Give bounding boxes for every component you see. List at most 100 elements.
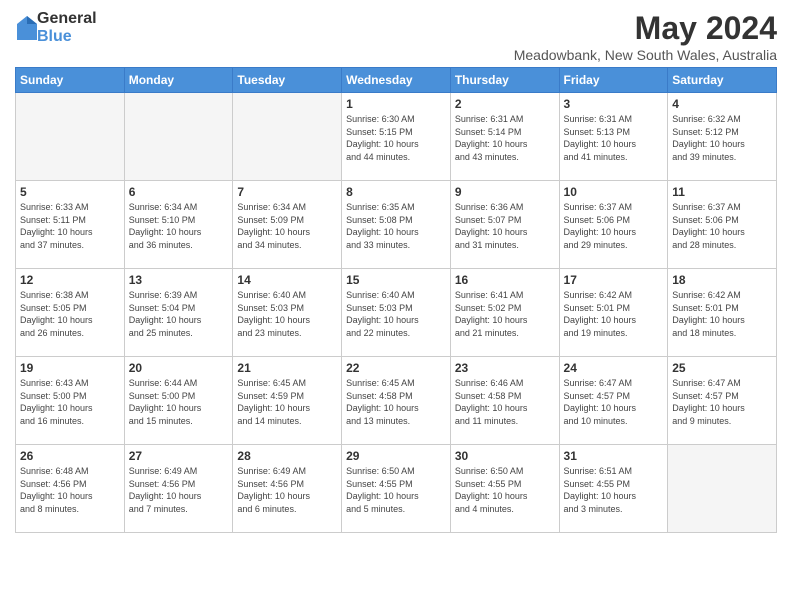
day-number: 25 xyxy=(672,361,772,375)
day-info: Sunrise: 6:31 AMSunset: 5:14 PMDaylight:… xyxy=(455,113,555,163)
calendar-week-1: 5 Sunrise: 6:33 AMSunset: 5:11 PMDaylight… xyxy=(16,181,777,269)
day-info: Sunrise: 6:38 AMSunset: 5:05 PMDaylight:… xyxy=(20,289,120,339)
day-info: Sunrise: 6:50 AMSunset: 4:55 PMDaylight:… xyxy=(346,465,446,515)
day-number: 16 xyxy=(455,273,555,287)
day-number: 14 xyxy=(237,273,337,287)
calendar-cell-w2-d3: 15 Sunrise: 6:40 AMSunset: 5:03 PMDayligh… xyxy=(342,269,451,357)
day-number: 20 xyxy=(129,361,229,375)
calendar-cell-w1-d1: 6 Sunrise: 6:34 AMSunset: 5:10 PMDaylight… xyxy=(124,181,233,269)
day-info: Sunrise: 6:49 AMSunset: 4:56 PMDaylight:… xyxy=(237,465,337,515)
calendar-cell-w2-d0: 12Sunrise: 6:38 AMSunset: 5:05 PMDayligh… xyxy=(16,269,125,357)
calendar-cell-w4-d0: 26 Sunrise: 6:48 AMSunset: 4:56 PMDayligh… xyxy=(16,445,125,533)
calendar-cell-w3-d2: 21Sunrise: 6:45 AMSunset: 4:59 PMDayligh… xyxy=(233,357,342,445)
day-number: 11 xyxy=(672,185,772,199)
day-number: 5 xyxy=(20,185,120,199)
calendar-cell-w2-d6: 18 Sunrise: 6:42 AMSunset: 5:01 PMDayligh… xyxy=(668,269,777,357)
calendar-cell-w0-d4: 2 Sunrise: 6:31 AMSunset: 5:14 PMDaylight… xyxy=(450,93,559,181)
calendar-cell-w1-d5: 10 Sunrise: 6:37 AMSunset: 5:06 PMDayligh… xyxy=(559,181,668,269)
day-number: 24 xyxy=(564,361,664,375)
day-info: Sunrise: 6:32 AMSunset: 5:12 PMDaylight:… xyxy=(672,113,772,163)
day-number: 2 xyxy=(455,97,555,111)
calendar-cell-w3-d1: 20Sunrise: 6:44 AMSunset: 5:00 PMDayligh… xyxy=(124,357,233,445)
day-info: Sunrise: 6:35 AMSunset: 5:08 PMDaylight:… xyxy=(346,201,446,251)
day-info: Sunrise: 6:31 AMSunset: 5:13 PMDaylight:… xyxy=(564,113,664,163)
calendar-header: Sunday Monday Tuesday Wednesday Thursday… xyxy=(16,68,777,93)
logo-blue-label: Blue xyxy=(37,28,97,46)
day-info: Sunrise: 6:45 AMSunset: 4:58 PMDaylight:… xyxy=(346,377,446,427)
col-sunday: Sunday xyxy=(16,68,125,93)
logo: General Blue xyxy=(15,10,97,45)
calendar-cell-w3-d3: 22 Sunrise: 6:45 AMSunset: 4:58 PMDayligh… xyxy=(342,357,451,445)
calendar-cell-w3-d0: 19Sunrise: 6:43 AMSunset: 5:00 PMDayligh… xyxy=(16,357,125,445)
location-label: Meadowbank, New South Wales, Australia xyxy=(514,47,777,63)
calendar-cell-w4-d6 xyxy=(668,445,777,533)
calendar-cell-w0-d0 xyxy=(16,93,125,181)
day-info: Sunrise: 6:34 AMSunset: 5:10 PMDaylight:… xyxy=(129,201,229,251)
col-wednesday: Wednesday xyxy=(342,68,451,93)
day-number: 6 xyxy=(129,185,229,199)
calendar-week-3: 19Sunrise: 6:43 AMSunset: 5:00 PMDayligh… xyxy=(16,357,777,445)
col-friday: Friday xyxy=(559,68,668,93)
day-info: Sunrise: 6:42 AMSunset: 5:01 PMDaylight:… xyxy=(672,289,772,339)
calendar-cell-w1-d6: 11Sunrise: 6:37 AMSunset: 5:06 PMDayligh… xyxy=(668,181,777,269)
day-number: 26 xyxy=(20,449,120,463)
day-number: 10 xyxy=(564,185,664,199)
day-number: 1 xyxy=(346,97,446,111)
calendar-cell-w3-d5: 24 Sunrise: 6:47 AMSunset: 4:57 PMDayligh… xyxy=(559,357,668,445)
day-info: Sunrise: 6:37 AMSunset: 5:06 PMDaylight:… xyxy=(564,201,664,251)
logo-icon xyxy=(17,16,37,40)
day-number: 22 xyxy=(346,361,446,375)
calendar-cell-w3-d6: 25Sunrise: 6:47 AMSunset: 4:57 PMDayligh… xyxy=(668,357,777,445)
day-number: 31 xyxy=(564,449,664,463)
calendar-cell-w1-d2: 7Sunrise: 6:34 AMSunset: 5:09 PMDaylight… xyxy=(233,181,342,269)
col-thursday: Thursday xyxy=(450,68,559,93)
col-tuesday: Tuesday xyxy=(233,68,342,93)
calendar-cell-w4-d2: 28 Sunrise: 6:49 AMSunset: 4:56 PMDayligh… xyxy=(233,445,342,533)
calendar-week-4: 26 Sunrise: 6:48 AMSunset: 4:56 PMDayligh… xyxy=(16,445,777,533)
day-number: 19 xyxy=(20,361,120,375)
day-number: 28 xyxy=(237,449,337,463)
day-info: Sunrise: 6:33 AMSunset: 5:11 PMDaylight:… xyxy=(20,201,120,251)
calendar-cell-w0-d5: 3Sunrise: 6:31 AMSunset: 5:13 PMDaylight… xyxy=(559,93,668,181)
calendar-cell-w4-d5: 31 Sunrise: 6:51 AMSunset: 4:55 PMDayligh… xyxy=(559,445,668,533)
calendar-cell-w2-d1: 13Sunrise: 6:39 AMSunset: 5:04 PMDayligh… xyxy=(124,269,233,357)
col-monday: Monday xyxy=(124,68,233,93)
title-block: May 2024 Meadowbank, New South Wales, Au… xyxy=(514,10,777,63)
calendar-cell-w1-d3: 8 Sunrise: 6:35 AMSunset: 5:08 PMDaylight… xyxy=(342,181,451,269)
page-container: General Blue May 2024 Meadowbank, New So… xyxy=(0,0,792,543)
day-number: 23 xyxy=(455,361,555,375)
calendar-cell-w2-d4: 16Sunrise: 6:41 AMSunset: 5:02 PMDayligh… xyxy=(450,269,559,357)
day-info: Sunrise: 6:40 AMSunset: 5:03 PMDaylight:… xyxy=(237,289,337,339)
day-info: Sunrise: 6:49 AMSunset: 4:56 PMDaylight:… xyxy=(129,465,229,515)
calendar-cell-w2-d5: 17 Sunrise: 6:42 AMSunset: 5:01 PMDayligh… xyxy=(559,269,668,357)
calendar-week-2: 12Sunrise: 6:38 AMSunset: 5:05 PMDayligh… xyxy=(16,269,777,357)
day-info: Sunrise: 6:30 AMSunset: 5:15 PMDaylight:… xyxy=(346,113,446,163)
day-info: Sunrise: 6:51 AMSunset: 4:55 PMDaylight:… xyxy=(564,465,664,515)
header: General Blue May 2024 Meadowbank, New So… xyxy=(15,10,777,63)
day-number: 8 xyxy=(346,185,446,199)
day-number: 29 xyxy=(346,449,446,463)
day-number: 30 xyxy=(455,449,555,463)
day-number: 27 xyxy=(129,449,229,463)
day-number: 15 xyxy=(346,273,446,287)
day-number: 4 xyxy=(672,97,772,111)
logo-text: General Blue xyxy=(37,10,97,45)
day-info: Sunrise: 6:40 AMSunset: 5:03 PMDaylight:… xyxy=(346,289,446,339)
calendar-cell-w1-d0: 5 Sunrise: 6:33 AMSunset: 5:11 PMDaylight… xyxy=(16,181,125,269)
day-info: Sunrise: 6:46 AMSunset: 4:58 PMDaylight:… xyxy=(455,377,555,427)
day-info: Sunrise: 6:42 AMSunset: 5:01 PMDaylight:… xyxy=(564,289,664,339)
day-info: Sunrise: 6:47 AMSunset: 4:57 PMDaylight:… xyxy=(564,377,664,427)
day-info: Sunrise: 6:50 AMSunset: 4:55 PMDaylight:… xyxy=(455,465,555,515)
day-number: 17 xyxy=(564,273,664,287)
calendar-cell-w4-d4: 30 Sunrise: 6:50 AMSunset: 4:55 PMDayligh… xyxy=(450,445,559,533)
calendar-cell-w2-d2: 14 Sunrise: 6:40 AMSunset: 5:03 PMDayligh… xyxy=(233,269,342,357)
calendar-cell-w0-d3: 1 Sunrise: 6:30 AMSunset: 5:15 PMDaylight… xyxy=(342,93,451,181)
day-info: Sunrise: 6:48 AMSunset: 4:56 PMDaylight:… xyxy=(20,465,120,515)
calendar-table: Sunday Monday Tuesday Wednesday Thursday… xyxy=(15,67,777,533)
calendar-cell-w3-d4: 23 Sunrise: 6:46 AMSunset: 4:58 PMDayligh… xyxy=(450,357,559,445)
calendar-cell-w0-d6: 4 Sunrise: 6:32 AMSunset: 5:12 PMDaylight… xyxy=(668,93,777,181)
calendar-body: 1 Sunrise: 6:30 AMSunset: 5:15 PMDaylight… xyxy=(16,93,777,533)
calendar-cell-w0-d1 xyxy=(124,93,233,181)
day-number: 21 xyxy=(237,361,337,375)
day-number: 18 xyxy=(672,273,772,287)
